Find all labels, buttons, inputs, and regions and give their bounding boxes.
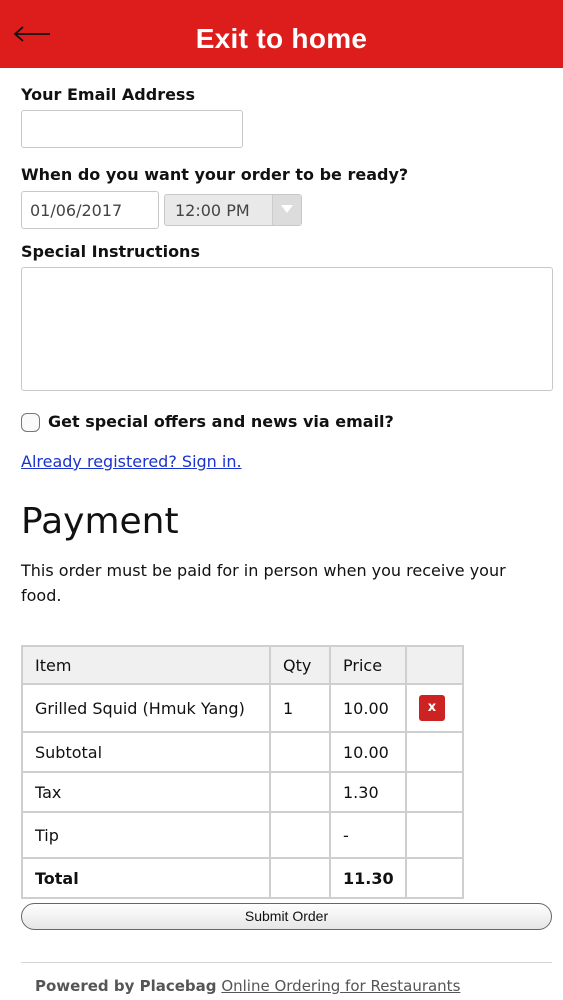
total-label: Total [21,857,271,899]
top-bar: Exit to home [0,0,563,68]
table-header-row: Item Qty Price [21,645,464,685]
table-row: Tip - [21,811,464,859]
tax-value: 1.30 [329,771,407,813]
order-table: Item Qty Price Grilled Squid (Hmuk Yang)… [21,645,464,899]
subtotal-value: 10.00 [329,731,407,773]
item-name: Grilled Squid (Hmuk Yang) [21,683,271,733]
table-row: Subtotal 10.00 [21,731,464,773]
offers-checkbox[interactable] [21,413,40,432]
exit-to-home-link[interactable]: Exit to home [0,22,563,56]
column-header-item: Item [21,645,271,685]
date-input[interactable] [21,191,159,229]
footer-powered-by: Powered by Placebag [35,977,217,995]
item-price: 10.00 [329,683,407,733]
sign-in-link[interactable]: Already registered? Sign in. [21,452,242,471]
payment-note: This order must be paid for in person wh… [21,561,506,605]
item-qty: 1 [269,683,331,733]
offers-label: Get special offers and news via email? [48,412,394,431]
column-header-qty: Qty [269,645,331,685]
subtotal-label: Subtotal [21,731,271,773]
tip-value: - [329,811,407,859]
dropdown-arrow-icon [272,195,301,225]
footer-divider [21,962,552,963]
special-instructions-label: Special Instructions [21,242,200,261]
column-header-price: Price [329,645,407,685]
special-instructions-input[interactable] [21,267,553,391]
table-row: Grilled Squid (Hmuk Yang) 1 10.00 x [21,683,464,733]
total-value: 11.30 [329,857,407,899]
email-input[interactable] [21,110,243,148]
ready-time-label: When do you want your order to be ready? [21,165,409,184]
table-row: Total 11.30 [21,857,464,899]
payment-heading: Payment [21,501,179,542]
submit-order-button[interactable]: Submit Order [21,903,552,930]
column-header-action [405,645,464,685]
footer: Powered by Placebag Online Ordering for … [35,977,460,995]
table-row: Tax 1.30 [21,771,464,813]
email-label: Your Email Address [21,85,195,104]
time-select[interactable]: 12:00 PM [164,194,302,226]
remove-item-button[interactable]: x [419,695,445,721]
footer-link[interactable]: Online Ordering for Restaurants [221,977,460,995]
tax-label: Tax [21,771,271,813]
time-select-value: 12:00 PM [175,201,250,220]
tip-label: Tip [21,811,271,859]
